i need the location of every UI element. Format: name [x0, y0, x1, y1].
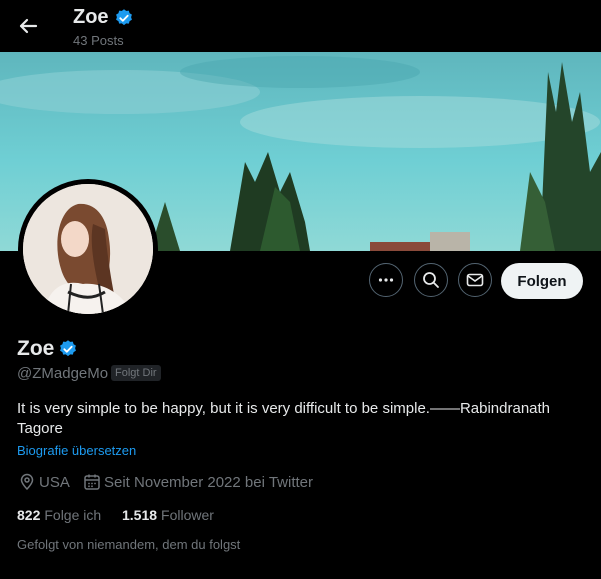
more-dots-icon — [378, 278, 394, 282]
message-button[interactable] — [458, 263, 492, 297]
followers-stat[interactable]: 1.518 Follower — [122, 507, 214, 523]
more-button[interactable] — [369, 263, 403, 297]
profile-handle: @ZMadgeMo — [17, 365, 109, 382]
avatar[interactable] — [23, 184, 153, 314]
profile-joined-date: Seit November 2022 bei Twitter — [104, 474, 313, 491]
following-label: Folge ich — [44, 507, 102, 523]
location-pin-icon — [18, 473, 36, 491]
posts-count: 43 Posts — [73, 33, 124, 48]
verified-badge-icon[interactable] — [58, 339, 78, 359]
envelope-icon — [466, 273, 484, 287]
top-bar: Zoe 43 Posts — [0, 0, 601, 52]
verified-badge-icon — [114, 8, 134, 28]
header-name: Zoe — [73, 6, 109, 28]
follows-you-badge: Folgt Dir — [111, 365, 161, 381]
arrow-left-icon[interactable] — [14, 12, 42, 40]
following-count: 822 — [17, 507, 41, 523]
calendar-icon — [83, 473, 101, 491]
followers-label: Follower — [161, 507, 214, 523]
follow-button[interactable]: Folgen — [501, 263, 583, 299]
following-stat[interactable]: 822 Folge ich — [17, 507, 101, 523]
search-icon — [423, 272, 439, 288]
profile-bio: It is very simple to be happy, but it is… — [17, 400, 551, 437]
profile-location: USA — [39, 474, 70, 491]
search-profile-button[interactable] — [414, 263, 448, 297]
followed-by-text: Gefolgt von niemandem, dem du folgst — [17, 537, 241, 552]
profile-name: Zoe — [17, 337, 55, 360]
translate-bio-link[interactable]: Biografie übersetzen — [17, 443, 136, 458]
followers-count: 1.518 — [122, 507, 158, 523]
